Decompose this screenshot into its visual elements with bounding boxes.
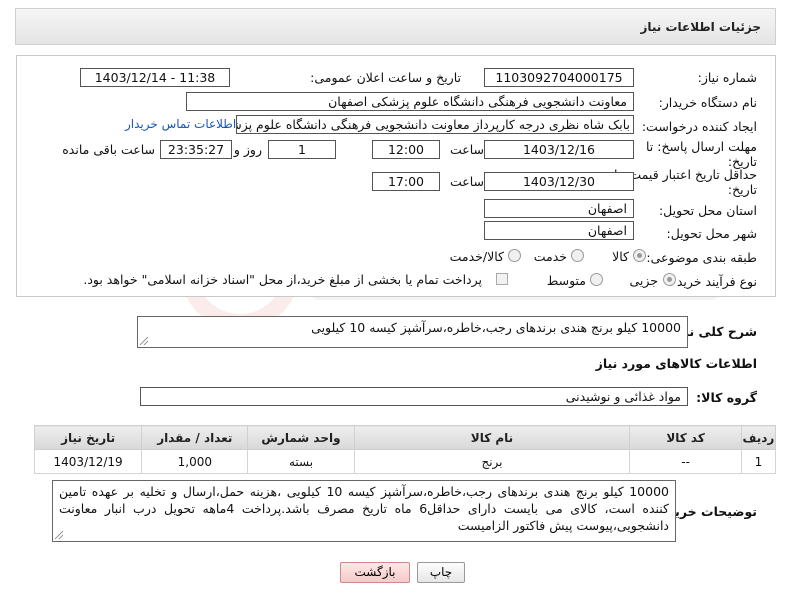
validity-time-label: ساعت <box>449 174 484 189</box>
buyer-label: نام دستگاه خریدار: <box>658 95 757 110</box>
goods-group-field[interactable]: مواد غذائی و نوشیدنی <box>140 387 688 406</box>
process-option-minor: جزیی <box>629 273 658 288</box>
days-label: روز و <box>233 142 262 157</box>
goods-table-header: ردیف کد کالا نام کالا واحد شمارش تعداد /… <box>33 425 777 450</box>
category-radio-goods[interactable] <box>633 249 646 262</box>
col-name-header: نام کالا <box>353 425 631 450</box>
category-radio-service[interactable] <box>571 249 584 262</box>
announce-datetime-field[interactable]: 1403/12/14 - 11:38 <box>80 68 230 87</box>
validity-date-field[interactable]: 1403/12/30 <box>484 172 634 191</box>
process-radio-medium[interactable] <box>590 273 603 286</box>
col-date-header: تاریخ نیاز <box>33 425 143 450</box>
description-textarea[interactable]: 10000 کیلو برنج هندی برندهای رجب،خاطره،س… <box>137 316 688 348</box>
category-label: طبقه بندی موضوعی: <box>646 250 757 265</box>
cell-name: برنج <box>353 449 631 474</box>
cell-code: -- <box>629 449 742 474</box>
back-button[interactable]: بازگشت <box>340 562 410 583</box>
goods-table: ردیف کد کالا نام کالا واحد شمارش تعداد /… <box>33 425 777 474</box>
treasury-payment-checkbox[interactable] <box>496 273 508 285</box>
deadline-time-field[interactable]: 12:00 <box>372 140 440 159</box>
process-radio-minor[interactable] <box>663 273 676 286</box>
creator-field[interactable]: بابک شاه نظری درجه کارپرداز معاونت دانشج… <box>236 115 634 134</box>
city-label: شهر محل تحویل: <box>666 226 757 241</box>
validity-label: حداقل تاریخ اعتبار قیمت: تا <box>613 167 757 182</box>
print-button[interactable]: چاپ <box>417 562 465 583</box>
description-text: 10000 کیلو برنج هندی برندهای رجب،خاطره،س… <box>311 320 681 335</box>
process-label: نوع فرآیند خرید : <box>668 274 757 289</box>
days-remaining-field[interactable]: 1 <box>268 140 336 159</box>
goods-section-title: اطلاعات کالاهای مورد نیاز <box>595 356 757 371</box>
cell-qty: 1,000 <box>141 449 249 474</box>
col-qty-header: تعداد / مقدار <box>141 425 249 450</box>
validity-time-field[interactable]: 17:00 <box>372 172 440 191</box>
col-unit-header: واحد شمارش <box>247 425 355 450</box>
need-number-field[interactable]: 1103092704000175 <box>484 68 634 87</box>
page-title: جزئیات اطلاعات نیاز <box>640 20 761 34</box>
cell-unit: بسته <box>247 449 355 474</box>
cell-date: 1403/12/19 <box>33 449 143 474</box>
table-row[interactable]: 1 -- برنج بسته 1,000 1403/12/19 <box>33 449 777 474</box>
resize-grip-icon[interactable] <box>140 337 148 345</box>
buyer-field[interactable]: معاونت دانشجویی فرهنگی دانشگاه علوم پزشک… <box>186 92 634 111</box>
deadline-date-field[interactable]: 1403/12/16 <box>484 140 634 159</box>
col-row-header: ردیف <box>740 425 777 450</box>
deadline-label: مهلت ارسال پاسخ: تا <box>646 139 757 154</box>
buyer-contact-link[interactable]: اطلاعات تماس خریدار <box>125 117 236 131</box>
col-code-header: کد کالا <box>629 425 742 450</box>
resize-grip-icon[interactable] <box>55 531 63 539</box>
province-label: استان محل تحویل: <box>658 203 757 218</box>
process-option-medium: متوسط <box>546 273 586 288</box>
category-option-goods: کالا <box>612 249 629 264</box>
page-header: جزئیات اطلاعات نیاز <box>15 8 776 45</box>
category-option-goods-service: کالا/خدمت <box>449 249 504 264</box>
province-field[interactable]: اصفهان <box>484 199 634 218</box>
need-number-label: شماره نیاز: <box>697 70 757 85</box>
announce-label: تاریخ و ساعت اعلان عمومی: <box>310 70 461 85</box>
remaining-label: ساعت باقی مانده <box>62 142 155 157</box>
goods-group-label: گروه کالا: <box>696 390 757 405</box>
city-field[interactable]: اصفهان <box>484 221 634 240</box>
treasury-payment-note: پرداخت تمام یا بخشی از مبلغ خرید،از محل … <box>83 272 482 287</box>
creator-label: ایجاد کننده درخواست: <box>641 119 757 134</box>
remaining-time-field[interactable]: 23:35:27 <box>160 140 232 159</box>
category-radio-goods-service[interactable] <box>508 249 521 262</box>
validity-date-label: تاریخ: <box>727 182 757 197</box>
cell-row: 1 <box>740 449 777 474</box>
category-option-service: خدمت <box>533 249 567 264</box>
buyer-notes-text: 10000 کیلو برنج هندی برندهای رجب،خاطره،س… <box>59 484 669 533</box>
deadline-time-label: ساعت <box>449 142 484 157</box>
buyer-notes-textarea[interactable]: 10000 کیلو برنج هندی برندهای رجب،خاطره،س… <box>52 480 676 542</box>
